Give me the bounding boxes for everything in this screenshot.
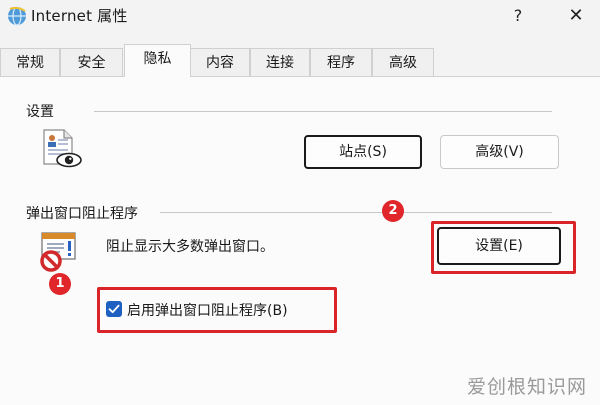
tab-general[interactable]: 常规 xyxy=(0,48,60,76)
tab-advanced[interactable]: 高级 xyxy=(372,48,434,76)
tab-security[interactable]: 安全 xyxy=(60,48,123,76)
annotation-badge-1: 1 xyxy=(49,273,71,295)
sites-button[interactable]: 站点(S) xyxy=(304,135,422,169)
tab-content[interactable]: 内容 xyxy=(190,48,250,76)
popup-blocker-checkbox-label[interactable]: 启用弹出窗口阻止程序(B) xyxy=(127,300,288,320)
advanced-settings-button[interactable]: 高级(V) xyxy=(440,135,559,169)
popup-blocker-checkbox[interactable] xyxy=(106,301,122,317)
close-button[interactable]: ✕ xyxy=(556,2,596,30)
title-bar: Internet 属性 ? ✕ xyxy=(0,0,600,36)
settings-group-divider xyxy=(94,111,552,112)
checkmark-icon xyxy=(108,304,120,314)
window-title: Internet 属性 xyxy=(31,7,128,25)
tab-privacy[interactable]: 隐私 xyxy=(124,44,191,77)
popup-settings-button[interactable]: 设置(E) xyxy=(437,227,561,265)
settings-group-title: 设置 xyxy=(26,104,54,120)
popup-group-divider xyxy=(160,212,552,213)
internet-globe-icon xyxy=(8,6,26,26)
watermark: 爱创根知识网 xyxy=(467,376,588,398)
privacy-document-eye-icon xyxy=(43,129,82,168)
help-button[interactable]: ? xyxy=(498,2,538,30)
popup-blocked-icon xyxy=(40,232,76,272)
tab-strip: 常规 安全 隐私 内容 连接 程序 高级 xyxy=(0,44,600,77)
popup-description: 阻止显示大多数弹出窗口。 xyxy=(106,239,274,255)
popup-group-title: 弹出窗口阻止程序 xyxy=(26,206,138,222)
annotation-badge-2: 2 xyxy=(382,200,404,222)
tab-programs[interactable]: 程序 xyxy=(310,48,372,76)
tab-connections[interactable]: 连接 xyxy=(250,48,310,76)
